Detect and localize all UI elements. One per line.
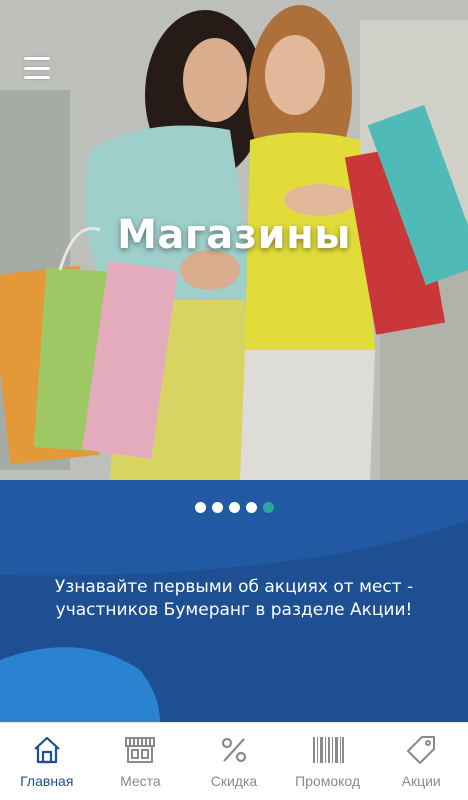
carousel-dot-4[interactable] (245, 502, 257, 513)
carousel-indicator (0, 502, 468, 513)
promo-panel: Узнавайте первыми об акциях от мест - уч… (0, 480, 468, 722)
nav-item-discount[interactable]: Скидка (187, 723, 281, 800)
hero-title: Магазины (117, 212, 351, 258)
carousel-dot-5[interactable] (262, 502, 274, 513)
nav-label-promocode: Промокод (295, 773, 361, 789)
hero-banner[interactable]: Магазины (0, 0, 468, 480)
nav-label-places: Места (120, 773, 161, 789)
promo-text: Узнавайте первыми об акциях от мест - уч… (20, 576, 448, 622)
barcode-icon (311, 733, 345, 767)
nav-item-home[interactable]: Главная (0, 723, 94, 800)
nav-label-discount: Скидка (210, 773, 258, 789)
promo-text-line-2: участников Бумеранг в разделе Акции! (55, 600, 413, 620)
percent-icon (217, 733, 251, 767)
tag-icon (404, 733, 438, 767)
carousel-dot-3[interactable] (228, 502, 240, 513)
nav-label-home: Главная (20, 773, 74, 789)
home-icon (30, 733, 64, 767)
bottom-navigation: Главная Места Скидка Промокод Акции (0, 722, 468, 800)
nav-item-promocode[interactable]: Промокод (281, 723, 375, 800)
carousel-dot-2[interactable] (211, 502, 223, 513)
promo-text-line-1: Узнавайте первыми об акциях от мест - (54, 577, 414, 597)
nav-item-actions[interactable]: Акции (374, 723, 468, 800)
hamburger-menu-icon[interactable] (20, 54, 54, 82)
nav-item-places[interactable]: Места (94, 723, 188, 800)
nav-label-actions: Акции (401, 773, 441, 789)
store-icon (123, 733, 157, 767)
carousel-dot-1[interactable] (194, 502, 206, 513)
